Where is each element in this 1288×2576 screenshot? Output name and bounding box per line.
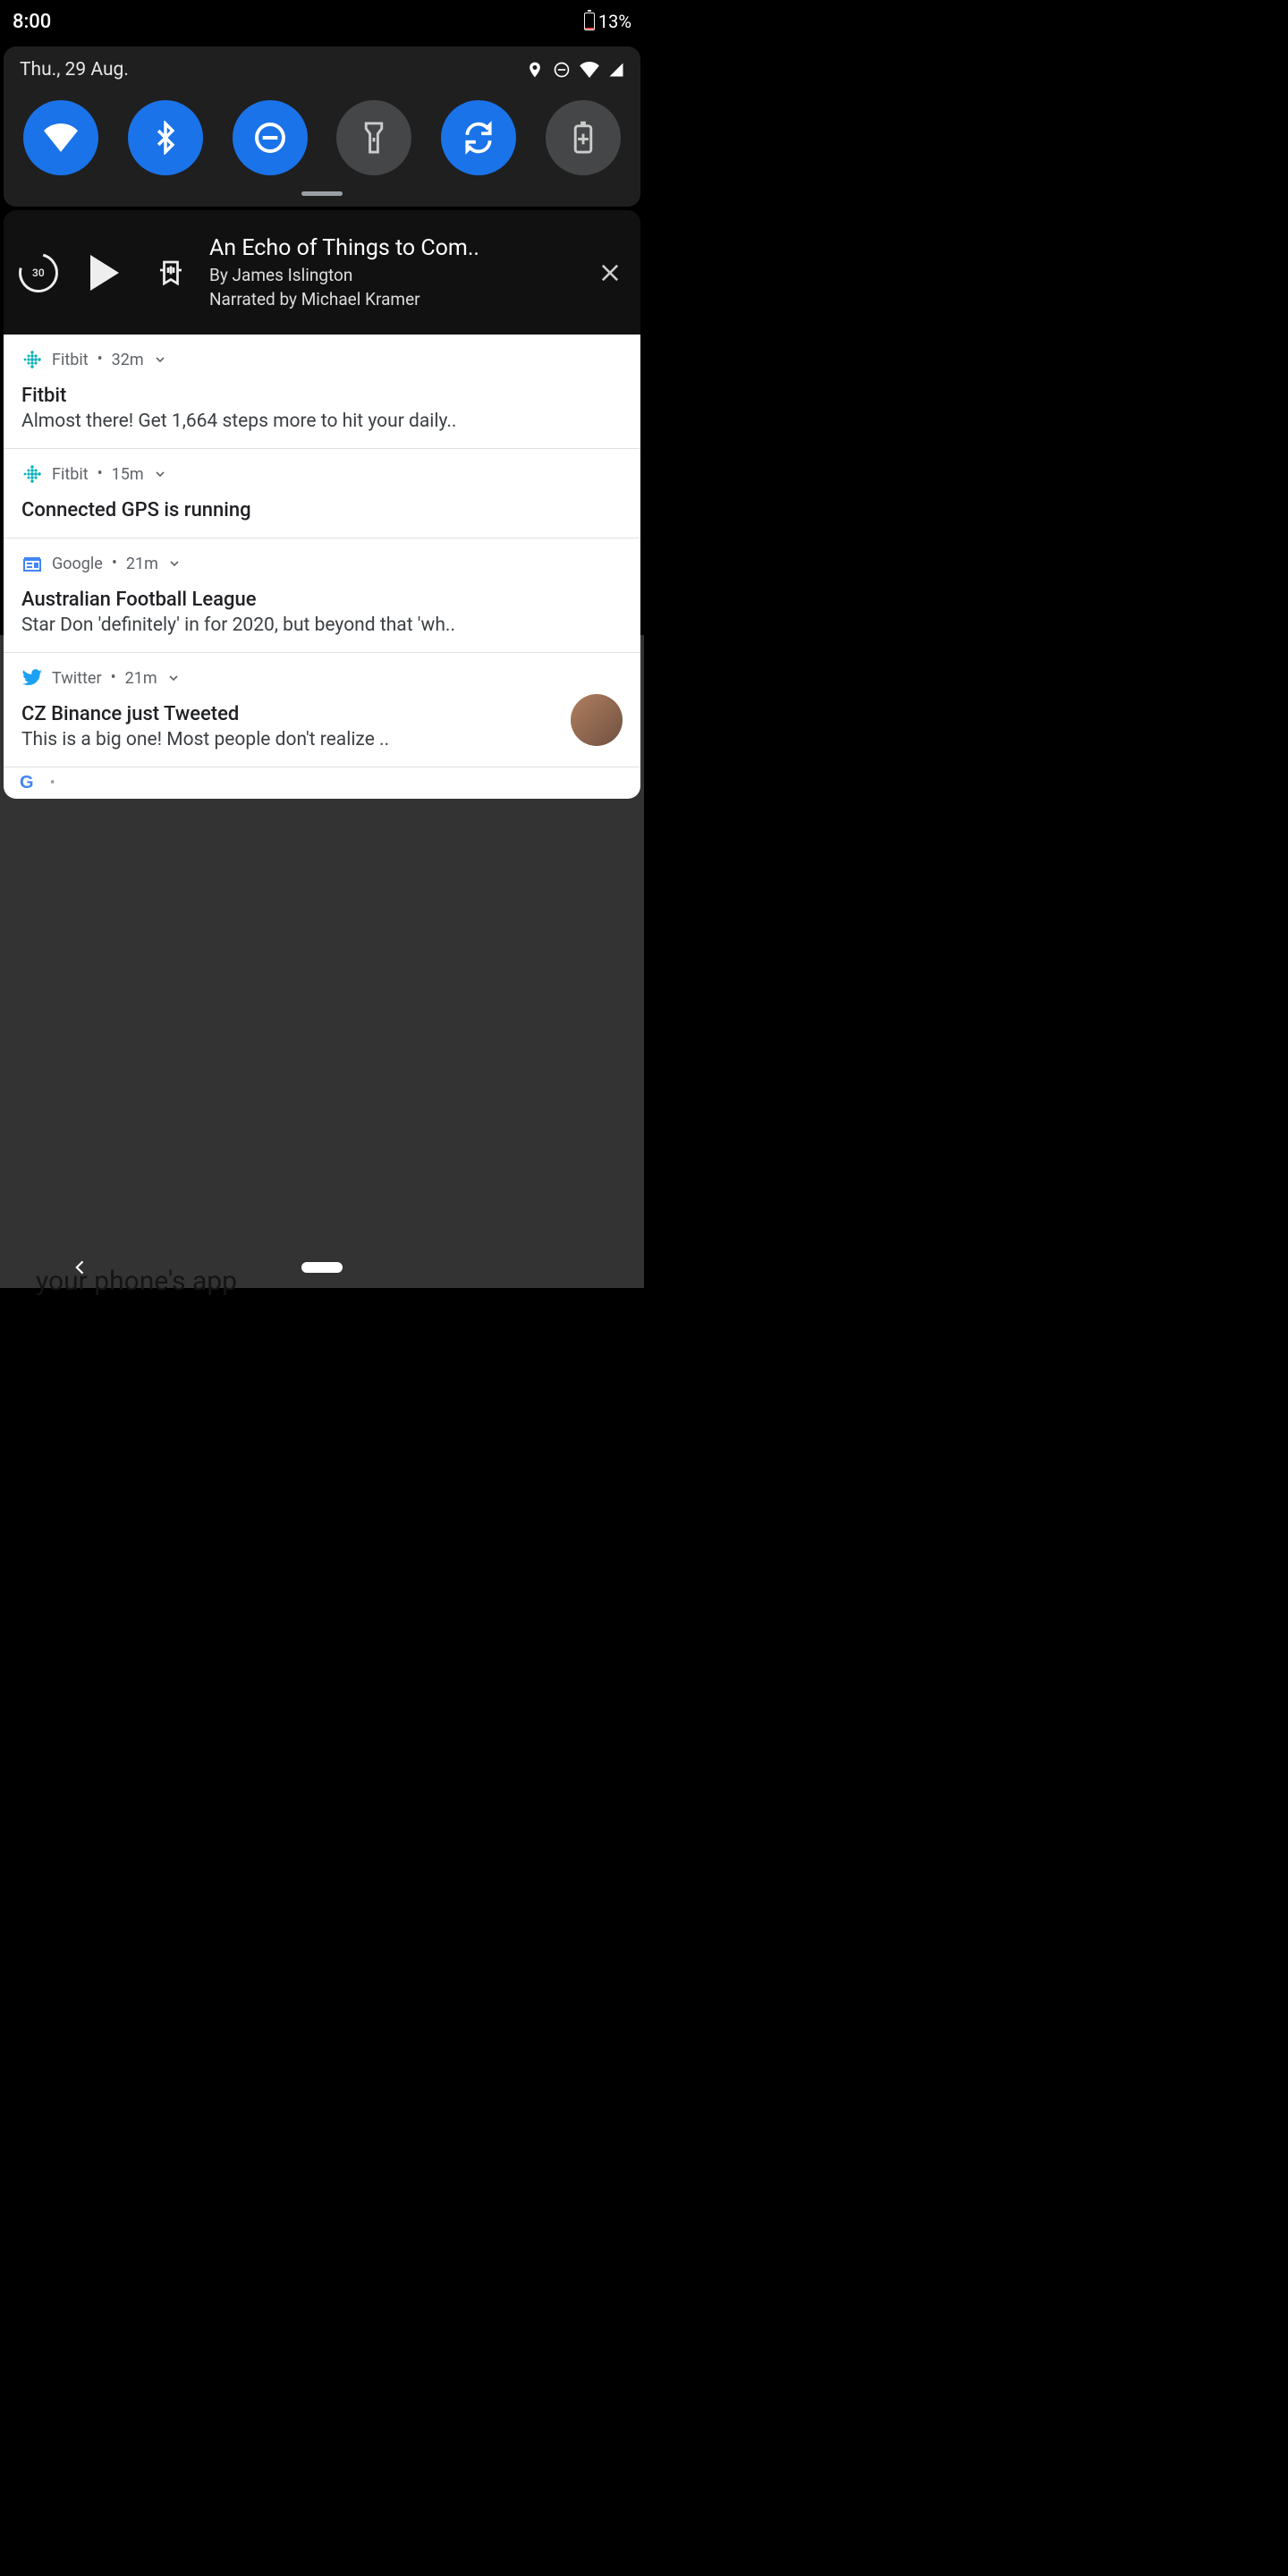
media-author: By James Islington <box>209 265 585 285</box>
play-icon <box>90 255 119 291</box>
tweet-avatar <box>571 694 623 746</box>
replay-seconds-label: 30 <box>32 267 45 279</box>
chevron-down-icon[interactable] <box>167 556 182 571</box>
media-metadata: An Echo of Things to Com.. By James Isli… <box>209 235 585 309</box>
media-narrator: Narrated by Michael Kramer <box>209 289 585 309</box>
notification-body: Australian Football League Star Don 'def… <box>21 589 623 636</box>
qs-expand-handle[interactable] <box>301 191 343 196</box>
notification-text: Almost there! Get 1,664 steps more to hi… <box>21 411 623 432</box>
battery-percent: 13% <box>598 11 631 32</box>
notification-app-name: Fitbit <box>52 465 89 484</box>
qs-toggle-battery-saver[interactable] <box>546 100 621 175</box>
wifi-icon <box>44 123 78 152</box>
fitbit-icon <box>21 349 43 370</box>
qs-toggle-flashlight[interactable] <box>336 100 411 175</box>
notification-title: Connected GPS is running <box>21 499 623 521</box>
battery-icon <box>584 13 595 30</box>
battery-indicator: 13% <box>584 11 631 32</box>
home-pill[interactable] <box>301 1262 343 1273</box>
notification-body: Fitbit Almost there! Get 1,664 steps mor… <box>21 385 623 432</box>
notification-header[interactable]: Twitter • 21m <box>21 667 623 689</box>
location-icon <box>526 61 544 79</box>
separator-dot: • <box>97 466 103 482</box>
qs-toggle-autorotate[interactable] <box>441 100 516 175</box>
separator-dot: • <box>112 555 117 572</box>
replay-30-button[interactable]: 30 <box>13 247 64 299</box>
qs-toggle-dnd[interactable] <box>233 100 308 175</box>
back-button[interactable] <box>72 1258 89 1276</box>
notification-time: 32m <box>112 351 144 369</box>
separator-dot: • <box>50 775 55 792</box>
notification-body: CZ Binance just Tweeted This is a big on… <box>21 703 558 750</box>
chevron-down-icon[interactable] <box>153 467 167 481</box>
fitbit-icon <box>21 463 43 485</box>
notification-time: 21m <box>125 669 157 688</box>
notification-title: Fitbit <box>21 385 623 407</box>
media-title: An Echo of Things to Com.. <box>209 235 585 261</box>
wifi-status-icon <box>580 62 599 78</box>
notification-footer-strip[interactable]: G • <box>4 767 640 799</box>
quick-settings-panel[interactable]: Thu., 29 Aug. <box>4 47 640 207</box>
notification-text: Star Don 'definitely' in for 2020, but b… <box>21 614 623 636</box>
notification-app-name: Twitter <box>52 669 102 688</box>
notification-body: Connected GPS is running <box>21 499 623 521</box>
notification-time: 21m <box>126 555 158 573</box>
dnd-status-icon <box>553 61 571 79</box>
qs-header: Thu., 29 Aug. <box>20 59 624 80</box>
notification-list: Fitbit • 32m Fitbit Almost there! Get 1,… <box>4 335 640 799</box>
play-button[interactable] <box>79 247 131 299</box>
qs-date: Thu., 29 Aug. <box>20 59 129 80</box>
battery-saver-icon <box>572 121 595 155</box>
media-controls: 30 <box>13 247 197 299</box>
twitter-icon <box>21 667 43 689</box>
chevron-down-icon[interactable] <box>166 671 181 685</box>
bluetooth-icon <box>153 121 178 155</box>
notification-title: Australian Football League <box>21 589 623 611</box>
chevron-down-icon[interactable] <box>153 352 167 367</box>
status-right-cluster: 13% <box>584 11 631 32</box>
clip-bookmark-icon <box>155 257 187 289</box>
bookmark-clip-button[interactable] <box>145 247 197 299</box>
qs-toggles-row <box>20 100 624 175</box>
notification-item[interactable]: Fitbit • 15m Connected GPS is running <box>4 448 640 538</box>
notification-app-name: Fitbit <box>52 351 89 369</box>
separator-dot: • <box>111 670 116 686</box>
status-bar: 8:00 13% <box>0 0 644 43</box>
qs-status-icons <box>526 61 624 79</box>
google-icon: G <box>20 773 34 793</box>
notification-app-name: Google <box>52 555 103 573</box>
signal-status-icon <box>608 62 624 78</box>
media-notification[interactable]: 30 An Echo of Things to Com.. By James I… <box>4 210 640 335</box>
notification-header[interactable]: Fitbit • 15m <box>21 463 623 485</box>
qs-toggle-bluetooth[interactable] <box>128 100 203 175</box>
notification-item[interactable]: Twitter • 21m CZ Binance just Tweeted Th… <box>4 652 640 767</box>
google-news-icon <box>21 553 43 574</box>
notification-header[interactable]: Fitbit • 32m <box>21 349 623 370</box>
notification-item[interactable]: Google • 21m Australian Football League … <box>4 538 640 652</box>
flashlight-icon <box>362 121 386 155</box>
dnd-icon <box>252 120 288 156</box>
notification-text: This is a big one! Most people don't rea… <box>21 729 558 750</box>
notification-item[interactable]: Fitbit • 32m Fitbit Almost there! Get 1,… <box>4 335 640 448</box>
navigation-bar <box>0 1247 644 1288</box>
autorotate-icon <box>462 121 496 155</box>
notification-time: 15m <box>112 465 144 484</box>
notification-header[interactable]: Google • 21m <box>21 553 623 574</box>
close-icon[interactable] <box>597 260 623 285</box>
notification-title: CZ Binance just Tweeted <box>21 703 558 725</box>
qs-toggle-wifi[interactable] <box>23 100 98 175</box>
status-time: 8:00 <box>13 11 51 33</box>
separator-dot: • <box>97 352 103 368</box>
